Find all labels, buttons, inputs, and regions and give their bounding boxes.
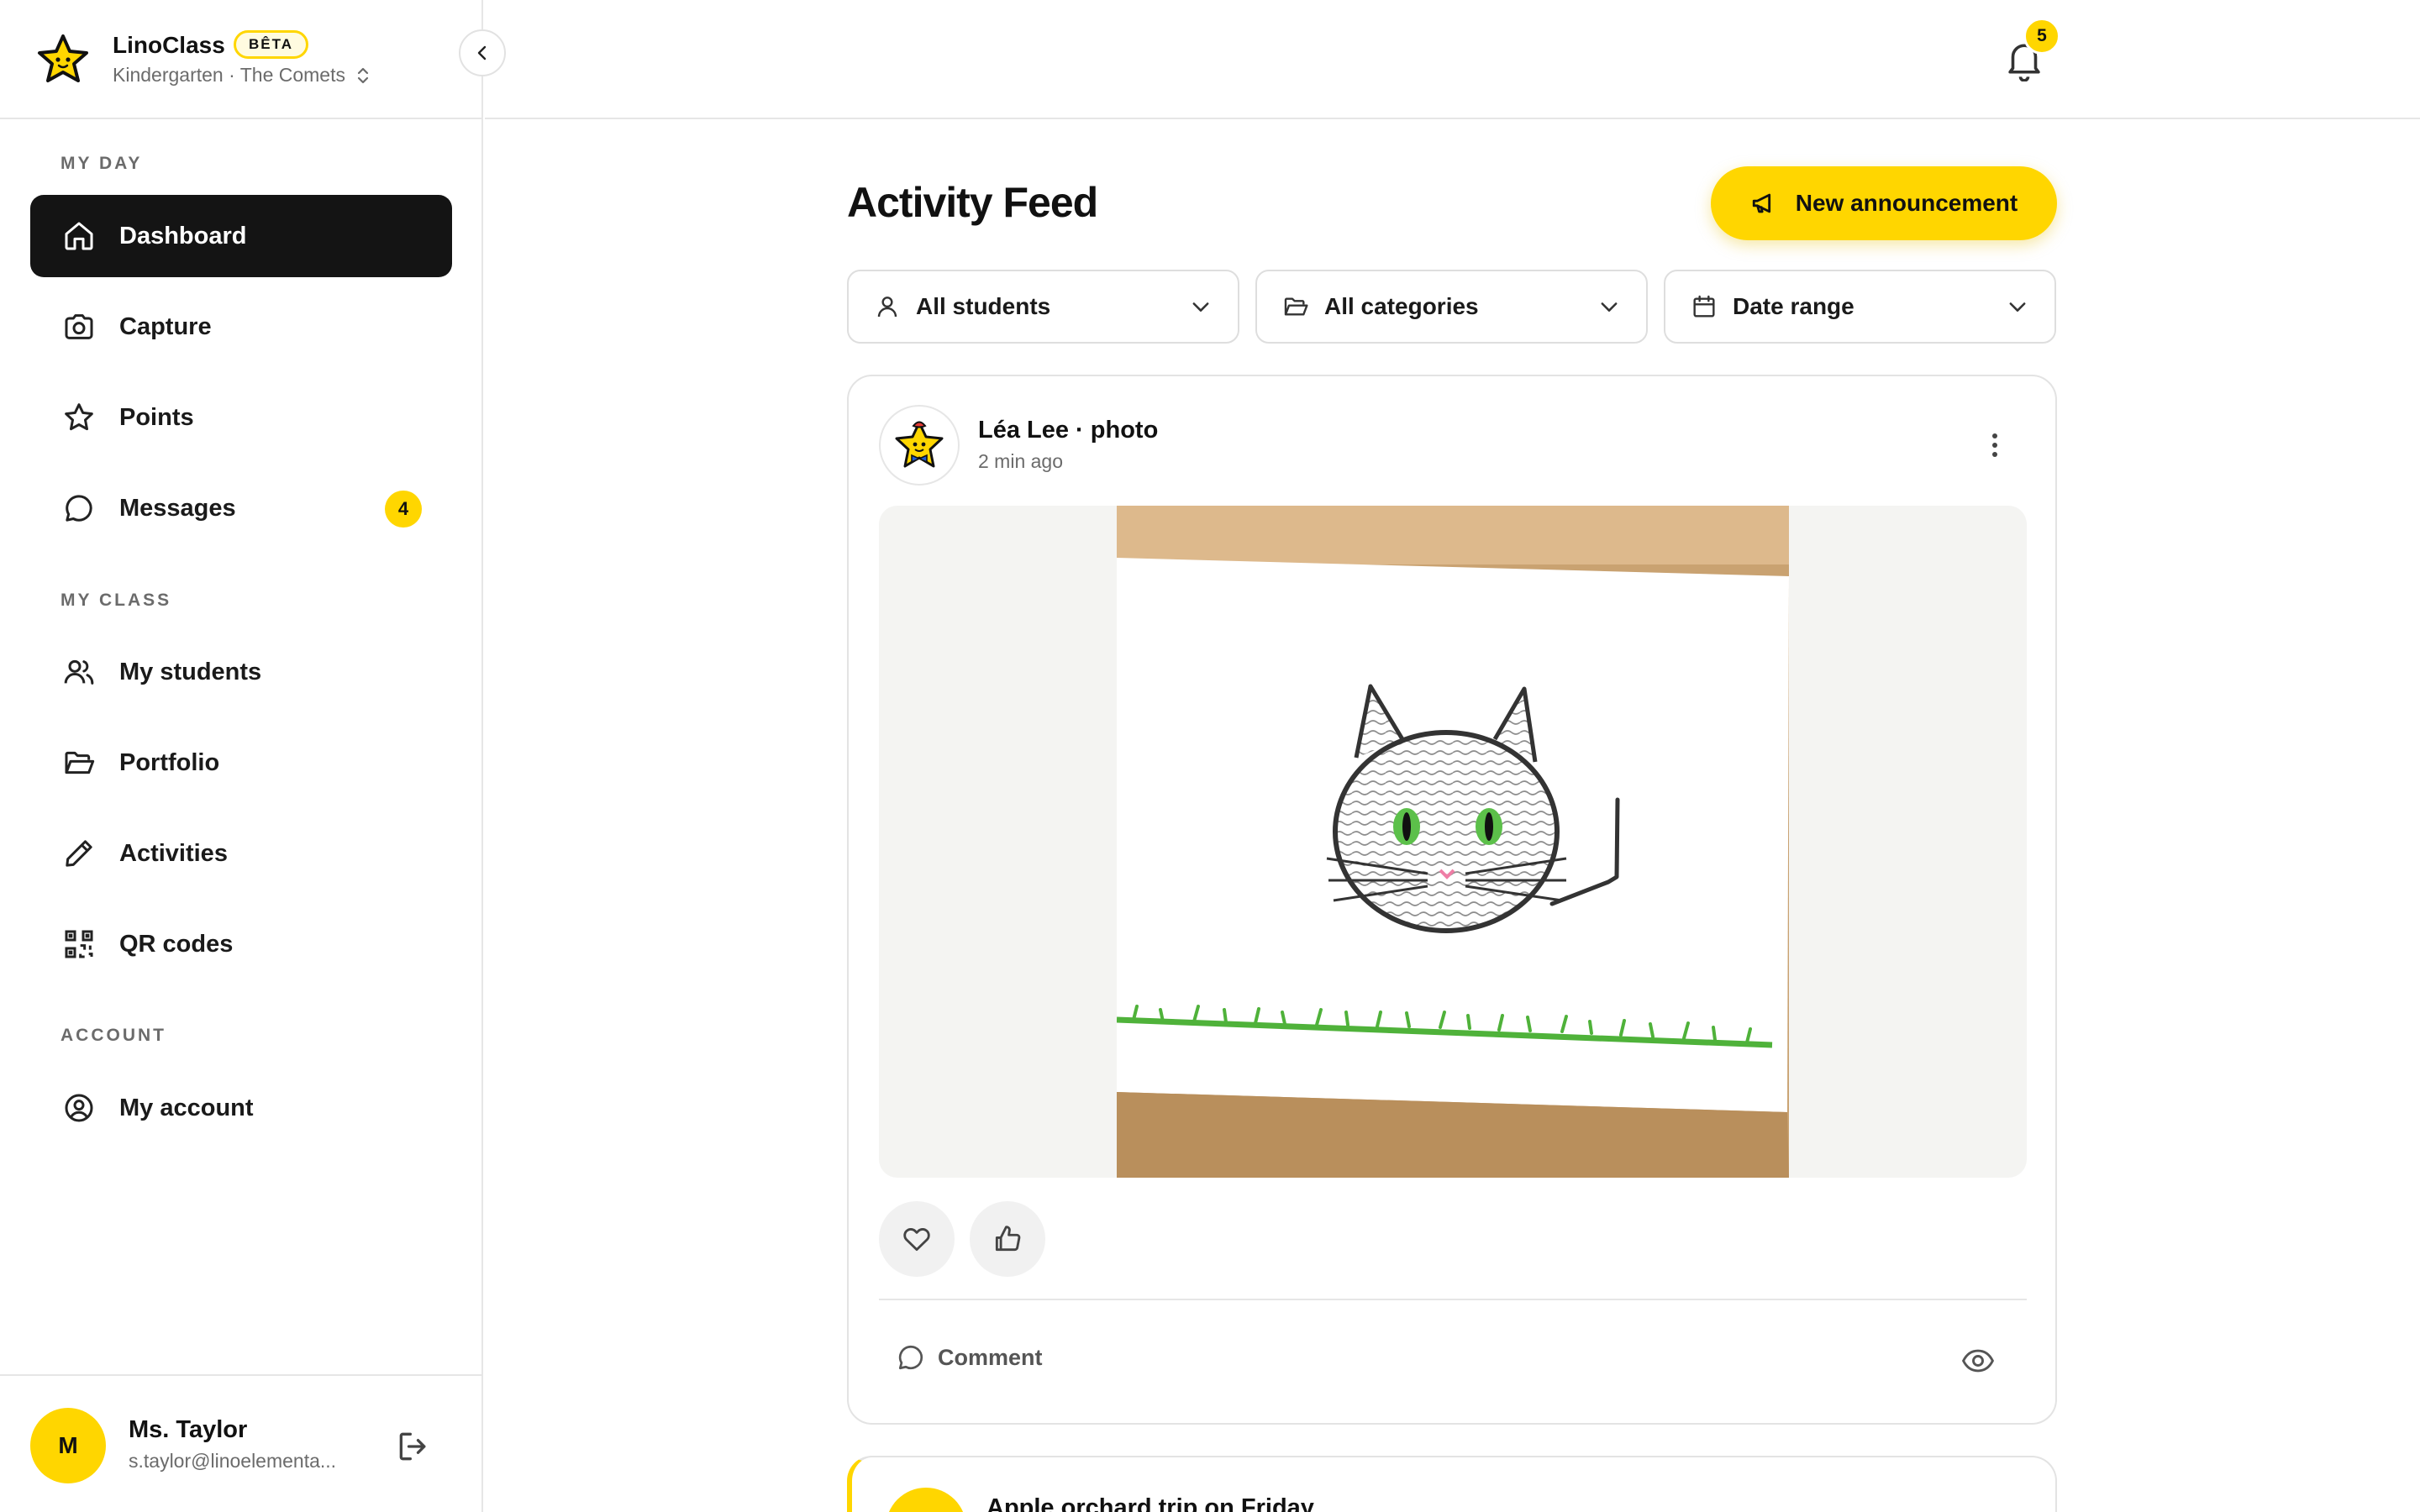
message-icon [60, 490, 97, 527]
star-icon [60, 399, 97, 436]
filter-categories[interactable]: All categories [1255, 270, 1648, 344]
comment-label: Comment [938, 1344, 1043, 1370]
user-circle-icon [60, 1089, 97, 1126]
filter-label: All categories [1324, 293, 1479, 319]
post-author[interactable]: Léa Lee · photo [978, 417, 1158, 444]
sidebar-item-label: Dashboard [119, 222, 247, 249]
chevron-down-icon [1597, 295, 1621, 318]
chevron-down-icon [1189, 295, 1213, 318]
section-label-my-day: MY DAY [60, 154, 143, 173]
comment-button[interactable]: Comment [896, 1342, 1043, 1373]
announcement-avatar [886, 1488, 966, 1512]
like-button[interactable] [879, 1201, 955, 1277]
sidebar-item-label: QR codes [119, 930, 234, 958]
sidebar-item-dashboard[interactable]: Dashboard [30, 195, 452, 277]
logout-icon[interactable] [395, 1428, 432, 1465]
sidebar-item-my-account[interactable]: My account [30, 1067, 452, 1149]
messages-count-badge: 4 [385, 491, 422, 528]
new-announcement-label: New announcement [1795, 190, 2018, 216]
notifications-count-badge: 5 [2023, 18, 2060, 55]
announcement-title: Apple orchard trip on Friday [986, 1494, 1314, 1512]
sidebar-item-portfolio[interactable]: Portfolio [30, 722, 452, 804]
new-announcement-button[interactable]: New announcement [1711, 166, 2057, 240]
sidebar-item-label: Activities [119, 839, 228, 867]
avatar[interactable]: M [30, 1408, 106, 1483]
heart-icon [901, 1223, 933, 1255]
users-icon [60, 654, 97, 690]
feed-post-card: Léa Lee · photo 2 min ago Comment [847, 375, 2057, 1425]
chevron-down-icon [2006, 295, 2029, 318]
sidebar-item-label: My students [119, 658, 262, 685]
section-label-my-class: MY CLASS [60, 591, 172, 610]
calendar-icon [1691, 293, 1718, 320]
sidebar-item-my-students[interactable]: My students [30, 631, 452, 713]
post-timestamp: 2 min ago [978, 450, 1064, 472]
page-title: Activity Feed [847, 179, 1098, 226]
more-options-button[interactable] [1975, 425, 2015, 465]
app-name: LinoClass [113, 32, 225, 58]
beta-badge: BÊTA [234, 30, 309, 59]
sidebar-item-points[interactable]: Points [30, 376, 452, 459]
sidebar: LinoClass BÊTA Kindergarten · The Comets… [0, 0, 483, 1512]
sidebar-item-activities[interactable]: Activities [30, 812, 452, 895]
filter-label: Date range [1733, 293, 1854, 319]
sidebar-item-label: My account [119, 1094, 254, 1121]
filter-students[interactable]: All students [847, 270, 1239, 344]
student-avatar[interactable] [879, 405, 960, 486]
pencil-icon [60, 835, 97, 872]
home-icon [60, 218, 97, 255]
camera-icon [60, 308, 97, 345]
user-name: Ms. Taylor [129, 1416, 248, 1443]
chevron-left-icon [472, 43, 492, 63]
star-mascot-icon [895, 421, 944, 468]
top-bar: 5 [485, 0, 2420, 119]
person-icon [874, 293, 901, 320]
sidebar-item-label: Messages [119, 494, 236, 522]
folder-icon [1282, 293, 1309, 320]
thumbs-up-icon [992, 1223, 1023, 1255]
sidebar-item-label: Capture [119, 312, 212, 340]
filter-label: All students [916, 293, 1051, 319]
sidebar-item-qr-codes[interactable]: QR codes [30, 903, 452, 985]
post-photo[interactable] [879, 506, 2027, 1178]
collapse-sidebar-button[interactable] [459, 29, 506, 76]
sidebar-item-capture[interactable]: Capture [30, 286, 452, 368]
filter-date-range[interactable]: Date range [1664, 270, 2056, 344]
thumbs-up-button[interactable] [970, 1201, 1045, 1277]
user-email: s.taylor@linoelementa... [129, 1450, 337, 1472]
sidebar-item-messages[interactable]: Messages 4 [30, 467, 452, 549]
current-user: M Ms. Taylor s.taylor@linoelementa... [0, 1374, 483, 1512]
sidebar-item-label: Portfolio [119, 748, 220, 776]
qr-code-icon [60, 926, 97, 963]
comment-icon [896, 1342, 926, 1373]
class-context: Kindergarten · The Comets [113, 64, 345, 86]
divider [879, 1299, 2027, 1300]
sidebar-item-label: Points [119, 403, 194, 431]
section-label-account: ACCOUNT [60, 1026, 166, 1045]
announcement-card[interactable]: Apple orchard trip on Friday [847, 1456, 2057, 1512]
megaphone-icon [1750, 189, 1779, 218]
chevron-up-down-icon [355, 66, 371, 86]
class-switcher[interactable]: Kindergarten · The Comets [113, 64, 371, 87]
visibility-eye-icon[interactable] [1960, 1342, 1996, 1379]
more-vertical-icon [1991, 432, 1999, 459]
brand-header: LinoClass BÊTA Kindergarten · The Comets [0, 0, 483, 119]
cat-drawing-photo [1117, 506, 1789, 1178]
folder-open-icon [60, 744, 97, 781]
star-logo-icon [35, 32, 91, 87]
